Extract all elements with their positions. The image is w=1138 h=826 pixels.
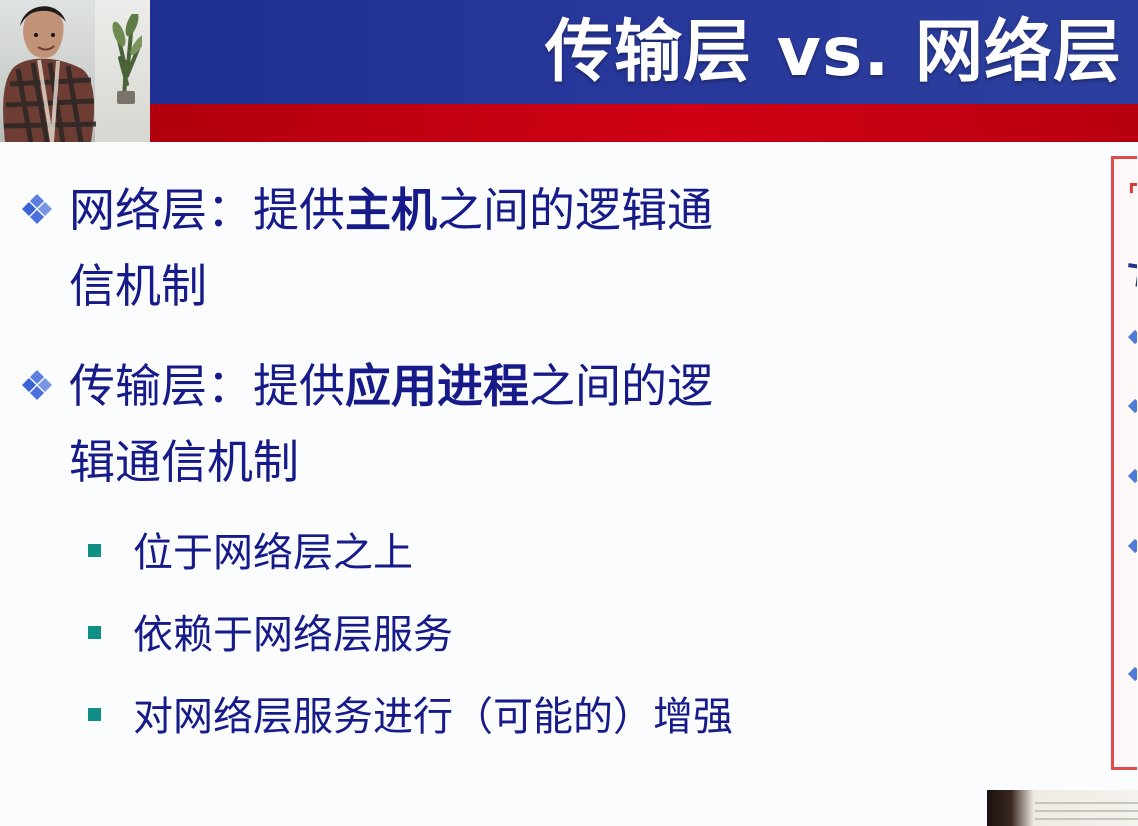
slide-body: 网络层：提供主机之间的逻辑通 信机制 传输层：提供应用进程之间的逻 辑通信机制 … [0,142,1138,826]
diamond-icon [1127,468,1137,484]
cropped-photo-thumbnail [987,790,1138,826]
network-layer-bullet: 网络层：提供主机之间的逻辑通 信机制 [20,172,890,324]
webcam-feed [0,0,150,142]
square-bullet-icon [88,626,101,639]
network-layer-text: 网络层：提供主机之间的逻辑通 信机制 [20,172,890,324]
page-line [1035,818,1138,820]
square-bullet-icon [88,544,101,557]
title-bar-red [150,104,1138,142]
transport-layer-line2: 辑通信机制 [69,435,299,489]
transport-layer-text: 传输层：提供应用进程之间的逻 辑通信机制 [20,348,890,500]
transport-layer-prefix: 传输层：提供 [69,359,345,413]
square-bullet-icon [88,708,101,721]
network-layer-prefix: 网络层：提供 [69,183,345,237]
presenter-image [3,6,97,142]
cropped-red-character: ⌐ [1126,169,1137,205]
slide-canvas: 传输层 vs. 网络层 网络层：提供主机之间的逻辑通 信机制 传输层：提供应用进… [0,0,1138,826]
page-line [1035,802,1138,804]
subpoint-item: 依赖于网络层服务 [88,594,908,676]
plant-image [112,14,142,104]
subpoint-text: 依赖于网络层服务 [133,612,453,658]
diamond-icon [1127,398,1137,414]
subpoint-item: 对网络层服务进行（可能的）增强 [88,676,908,758]
subpoint-text: 对网络层服务进行（可能的）增强 [133,694,733,740]
transport-layer-emphasis: 应用进程 [345,359,529,413]
cropped-number-mark [1125,263,1137,287]
subpoint-text: 位于网络层之上 [133,530,413,576]
cropped-side-panel: ⌐ [1111,156,1137,770]
slide-title: 传输层 vs. 网络层 [545,13,1122,92]
diamond-icon [1127,329,1137,345]
network-layer-emphasis: 主机 [345,183,437,237]
network-layer-line2: 信机制 [69,259,207,313]
transport-layer-suffix: 之间的逻 [529,359,713,413]
transport-layer-bullet: 传输层：提供应用进程之间的逻 辑通信机制 [20,348,890,500]
transport-layer-subpoints: 位于网络层之上 依赖于网络层服务 对网络层服务进行（可能的）增强 [88,512,908,758]
slide-header: 传输层 vs. 网络层 [0,0,1138,142]
network-layer-suffix: 之间的逻辑通 [437,183,713,237]
diamond-icon [1127,538,1137,554]
subpoint-item: 位于网络层之上 [88,512,908,594]
page-line [1035,810,1138,812]
diamond-icon [1127,666,1137,682]
